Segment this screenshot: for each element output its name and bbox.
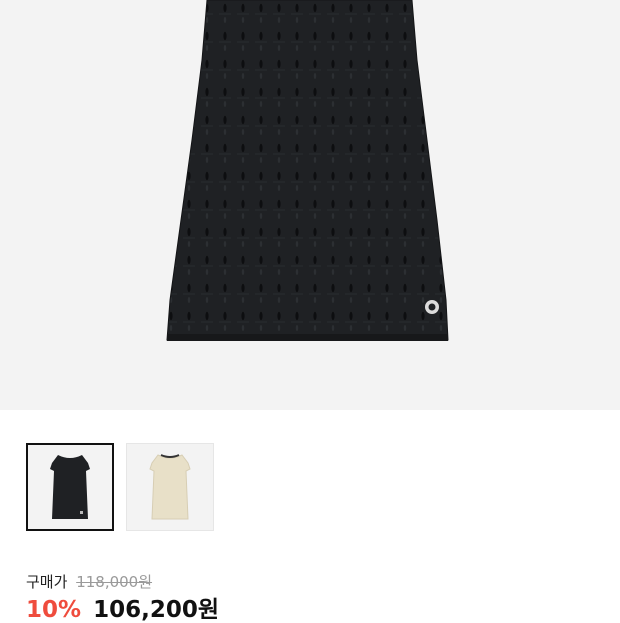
price-label: 구매가: [26, 573, 68, 591]
thumbnail-beige-dress[interactable]: [126, 443, 214, 531]
price-row: 구매가 118,000원: [26, 571, 152, 592]
sale-price: 106,200원: [93, 597, 219, 623]
dress-image: [166, 0, 449, 341]
thumbnail-black-dress[interactable]: [26, 443, 114, 531]
sale-price-row: 10% 106,200원: [26, 599, 219, 622]
discount-rate: 10%: [26, 597, 82, 623]
original-price: 118,000원: [76, 573, 153, 591]
black-dress-thumbnail-image: [50, 455, 90, 519]
beige-dress-thumbnail-image: [149, 454, 191, 520]
product-image[interactable]: [0, 0, 620, 410]
